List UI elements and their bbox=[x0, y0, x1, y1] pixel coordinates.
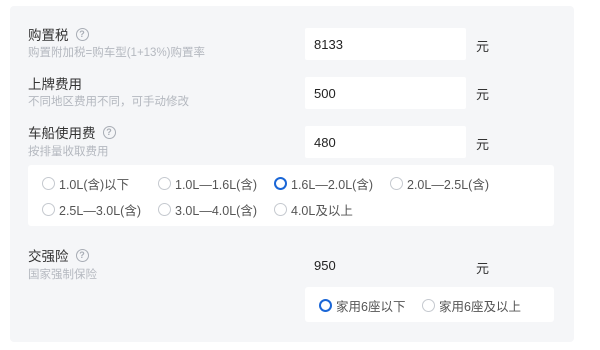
vessel-tax-unit: 元 bbox=[476, 137, 490, 152]
radio-icon bbox=[42, 203, 55, 216]
displacement-option[interactable]: 1.0L(含)以下 bbox=[42, 174, 129, 193]
question-circle-icon[interactable]: ? bbox=[75, 248, 89, 262]
insurance-option[interactable]: 家用6座以下 bbox=[319, 296, 405, 315]
displacement-option-label: 1.6L—2.0L(含) bbox=[291, 178, 373, 192]
displacement-option[interactable]: 1.0L—1.6L(含) bbox=[158, 174, 257, 193]
radio-icon bbox=[390, 177, 403, 190]
insurance-note: 国家强制保险 bbox=[28, 269, 97, 281]
displacement-option-label: 1.0L—1.6L(含) bbox=[175, 178, 257, 192]
purchase-tax-label: 购置税 bbox=[28, 28, 69, 43]
radio-icon bbox=[422, 299, 435, 312]
license-fee-unit: 元 bbox=[476, 87, 490, 102]
insurance-option-label: 家用6座及以上 bbox=[439, 300, 521, 314]
vessel-tax-label: 车船使用费 bbox=[28, 126, 96, 141]
displacement-option[interactable]: 2.5L—3.0L(含) bbox=[42, 200, 141, 219]
radio-icon bbox=[158, 177, 171, 190]
radio-icon bbox=[274, 177, 287, 190]
vessel-tax-label-row: 车船使用费 ? bbox=[28, 122, 116, 142]
license-fee-note: 不同地区费用不同，可手动修改 bbox=[28, 96, 189, 108]
license-fee-label: 上牌费用 bbox=[28, 77, 82, 92]
insurance-option[interactable]: 家用6座及以上 bbox=[422, 296, 521, 315]
license-fee-label-row: 上牌费用 bbox=[28, 73, 82, 93]
purchase-tax-unit: 元 bbox=[476, 39, 490, 54]
purchase-tax-input[interactable]: 8133 bbox=[305, 28, 466, 60]
insurance-label-row: 交强险 ? bbox=[28, 245, 89, 265]
displacement-option-label: 4.0L及以上 bbox=[291, 204, 353, 218]
question-circle-icon[interactable]: ? bbox=[102, 125, 116, 139]
vessel-tax-note: 按排量收取费用 bbox=[28, 146, 109, 158]
displacement-option-label: 1.0L(含)以下 bbox=[59, 178, 130, 192]
radio-icon bbox=[158, 203, 171, 216]
displacement-option-label: 3.0L—4.0L(含) bbox=[175, 204, 257, 218]
question-circle-icon[interactable]: ? bbox=[75, 27, 89, 41]
purchase-tax-note: 购置附加税=购车型(1+13%)购置率 bbox=[28, 47, 206, 59]
radio-icon bbox=[274, 203, 287, 216]
purchase-tax-label-row: 购置税 ? bbox=[28, 24, 89, 44]
displacement-option[interactable]: 3.0L—4.0L(含) bbox=[158, 200, 257, 219]
vessel-tax-input[interactable]: 480 bbox=[305, 126, 466, 158]
displacement-option[interactable]: 4.0L及以上 bbox=[274, 200, 353, 219]
insurance-label: 交强险 bbox=[28, 249, 69, 264]
license-fee-input[interactable]: 500 bbox=[305, 77, 466, 109]
displacement-option-label: 2.5L—3.0L(含) bbox=[59, 204, 141, 218]
displacement-option[interactable]: 2.0L—2.5L(含) bbox=[390, 174, 489, 193]
insurance-value: 950 bbox=[314, 258, 336, 273]
insurance-unit: 元 bbox=[476, 261, 490, 276]
displacement-option[interactable]: 1.6L—2.0L(含) bbox=[274, 174, 373, 193]
displacement-option-label: 2.0L—2.5L(含) bbox=[407, 178, 489, 192]
radio-icon bbox=[42, 177, 55, 190]
insurance-option-label: 家用6座以下 bbox=[336, 300, 406, 314]
radio-icon bbox=[319, 299, 332, 312]
